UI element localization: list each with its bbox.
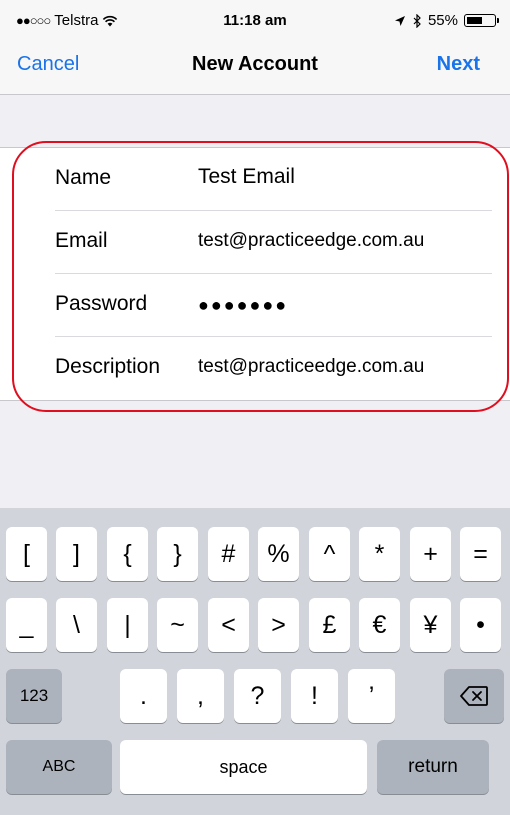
key[interactable]: ~ [157, 598, 198, 652]
navigation-bar: Cancel New Account Next [0, 40, 510, 95]
key[interactable]: ’ [348, 669, 395, 723]
description-label: Description [55, 355, 161, 378]
email-field[interactable]: test@practiceedge.com.au [198, 230, 424, 252]
space-key[interactable]: space [120, 740, 367, 794]
key[interactable]: \ [56, 598, 97, 652]
numbers-mode-key[interactable]: 123 [6, 669, 62, 723]
delete-key[interactable] [444, 669, 504, 723]
key[interactable]: > [258, 598, 299, 652]
password-field[interactable]: ●●●●●●● [198, 295, 288, 316]
key[interactable]: ? [234, 669, 281, 723]
name-label: Name [55, 166, 112, 189]
next-button[interactable]: Next [437, 53, 480, 76]
key[interactable]: ] [56, 527, 97, 581]
password-row[interactable]: Password ●●●●●●● [0, 274, 510, 337]
key[interactable]: € [359, 598, 400, 652]
return-key[interactable]: return [377, 740, 489, 794]
password-label: Password [55, 292, 148, 315]
key[interactable]: * [359, 527, 400, 581]
status-right: 55% [394, 12, 499, 29]
description-row[interactable]: Description test@practiceedge.com.au [0, 337, 510, 400]
key[interactable]: £ [309, 598, 350, 652]
key[interactable]: + [410, 527, 451, 581]
key[interactable]: < [208, 598, 249, 652]
key[interactable]: # [208, 527, 249, 581]
cancel-button[interactable]: Cancel [17, 53, 79, 76]
key[interactable]: _ [6, 598, 47, 652]
key[interactable]: % [258, 527, 299, 581]
keyboard: [ ] { } # % ^ * + = _ \ | ~ < > £ € ¥ • … [0, 508, 510, 815]
key[interactable]: • [460, 598, 501, 652]
name-field[interactable]: Test Email [198, 165, 295, 189]
key[interactable]: } [157, 527, 198, 581]
account-form: Name Test Email Email test@practiceedge.… [0, 147, 510, 401]
bluetooth-icon [413, 13, 421, 28]
abc-mode-key[interactable]: ABC [6, 740, 112, 794]
battery-percentage: 55% [427, 12, 458, 29]
key[interactable]: | [107, 598, 148, 652]
key[interactable]: ¥ [410, 598, 451, 652]
key[interactable]: = [460, 527, 501, 581]
name-row[interactable]: Name Test Email [0, 148, 510, 211]
email-label: Email [55, 229, 108, 252]
key[interactable]: { [107, 527, 148, 581]
key[interactable]: . [120, 669, 167, 723]
key[interactable]: , [177, 669, 224, 723]
key[interactable]: ! [291, 669, 338, 723]
key[interactable]: [ [6, 527, 47, 581]
status-bar: ●●○○○ Telstra 11:18 am 55% [0, 0, 510, 40]
description-field[interactable]: test@practiceedge.com.au [198, 356, 424, 378]
location-arrow-icon [394, 15, 405, 26]
email-row[interactable]: Email test@practiceedge.com.au [0, 211, 510, 274]
backspace-icon [460, 686, 488, 706]
key[interactable]: ^ [309, 527, 350, 581]
battery-icon [464, 14, 499, 27]
